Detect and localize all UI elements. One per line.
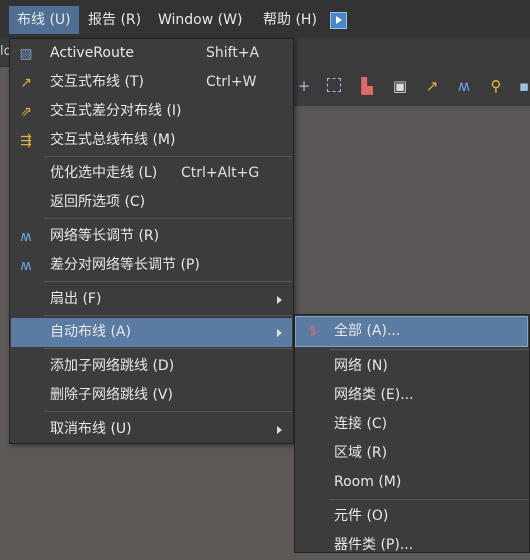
menu-item-label: 自动布线 (A) (50, 324, 131, 340)
submenu-arrow-icon (277, 296, 282, 304)
length-tune-icon[interactable]: ʍ (456, 78, 472, 94)
add-icon[interactable]: + (296, 78, 312, 94)
submenu-item-label: 全部 (A)... (334, 323, 401, 339)
menu-item-interactive-route[interactable]: ↗ 交互式布线 (T) Ctrl+W (11, 68, 292, 97)
menu-route[interactable]: 布线 (U) (9, 6, 79, 34)
menu-item-label: 网络等长调节 (R) (50, 228, 160, 244)
menu-item-remove-subnet-jumper[interactable]: 删除子网络跳线 (V) (11, 381, 292, 410)
autoroute-all-icon: ⥮ (307, 324, 319, 340)
submenu-item-all[interactable]: ⥮ 全部 (A)... (295, 316, 528, 347)
menu-item-label: 添加子网络跳线 (D) (50, 358, 175, 374)
submenu-item-label: Room (M) (334, 474, 402, 490)
menu-item-net-length-tune[interactable]: ʍ 网络等长调节 (R) (11, 222, 292, 251)
menu-separator (44, 218, 292, 219)
menu-separator (44, 156, 292, 157)
menu-item-label: 差分对网络等长调节 (P) (50, 257, 200, 273)
menu-separator (44, 348, 292, 349)
menu-separator (44, 281, 292, 282)
menu-item-shortcut: Shift+A (206, 45, 260, 61)
pcb-toolbar: + ▙ ▣ ↗ ʍ ⚲ ▪ (294, 66, 530, 106)
length-tune-icon: ʍ (20, 229, 32, 245)
menu-window[interactable]: Window (W) (150, 6, 250, 34)
menu-item-label: 删除子网络跳线 (V) (50, 387, 173, 403)
submenu-arrow-icon (277, 329, 282, 337)
active-route-icon: ▨ (19, 46, 33, 62)
menu-item-label: ActiveRoute (50, 45, 134, 61)
submenu-item-label: 元件 (O) (334, 508, 389, 524)
menu-item-add-subnet-jumper[interactable]: 添加子网络跳线 (D) (11, 352, 292, 381)
submenu-item-label: 网络 (N) (334, 358, 388, 374)
submenu-item-component[interactable]: 元件 (O) (296, 502, 527, 531)
submenu-arrow-icon (277, 426, 282, 434)
connector-icon[interactable]: ▪ (516, 78, 530, 94)
menu-separator (44, 411, 292, 412)
submenu-item-net[interactable]: 网络 (N) (296, 352, 527, 381)
menu-reports[interactable]: 报告 (R) (80, 6, 149, 34)
submenu-item-label: 网络类 (E)... (334, 387, 414, 403)
submenu-item-label: 器件类 (P)... (334, 537, 414, 553)
submenu-item-connection[interactable]: 连接 (C) (296, 410, 527, 439)
menu-item-unroute[interactable]: 取消布线 (U) (11, 415, 292, 444)
menu-bar: 布线 (U) 报告 (R) Window (W) 帮助 (H) (0, 0, 530, 39)
submenu-separator (329, 349, 529, 350)
menu-item-label: 交互式布线 (T) (50, 74, 144, 90)
menu-separator (44, 315, 292, 316)
pin-icon[interactable]: ⚲ (488, 78, 504, 94)
route-menu: ▨ ActiveRoute Shift+A ↗ 交互式布线 (T) Ctrl+W… (9, 38, 294, 444)
play-icon[interactable] (330, 12, 347, 29)
interactive-route-icon: ↗ (20, 75, 32, 91)
menu-item-label: 返回所选项 (C) (50, 194, 146, 210)
menu-item-auto-route[interactable]: 自动布线 (A) (11, 318, 292, 347)
diff-length-tune-icon: ʍ (20, 258, 32, 274)
menu-item-optimize-selected[interactable]: 优化选中走线 (L) Ctrl+Alt+G (11, 159, 292, 188)
menu-item-fanout[interactable]: 扇出 (F) (11, 285, 292, 314)
component-icon[interactable]: ▣ (392, 78, 408, 94)
autoroute-submenu: ⥮ 全部 (A)... 网络 (N) 网络类 (E)... 连接 (C) 区域 … (294, 314, 530, 553)
menu-item-return-selected[interactable]: 返回所选项 (C) (11, 188, 292, 217)
menu-item-label: 扇出 (F) (50, 291, 102, 307)
menu-help[interactable]: 帮助 (H) (255, 6, 325, 34)
submenu-item-room[interactable]: Room (M) (296, 468, 527, 497)
menu-item-shortcut: Ctrl+Alt+G (181, 165, 260, 181)
menu-item-bus-route[interactable]: ⇶ 交互式总线布线 (M) (11, 126, 292, 155)
diff-pair-route-icon: ⇗ (20, 104, 32, 120)
submenu-separator (329, 499, 529, 500)
menu-item-diff-pair-route[interactable]: ⇗ 交互式差分对布线 (I) (11, 97, 292, 126)
submenu-item-net-class[interactable]: 网络类 (E)... (296, 381, 527, 410)
menu-item-label: 取消布线 (U) (50, 421, 132, 437)
submenu-item-label: 连接 (C) (334, 416, 388, 432)
menu-item-label: 优化选中走线 (L) (50, 165, 158, 181)
menu-item-label: 交互式总线布线 (M) (50, 132, 176, 148)
menu-item-label: 交互式差分对布线 (I) (50, 103, 182, 119)
align-icon[interactable]: ▙ (359, 78, 375, 94)
bus-route-icon: ⇶ (20, 133, 32, 149)
menu-item-shortcut: Ctrl+W (206, 74, 257, 90)
select-rect-icon[interactable] (326, 78, 342, 94)
menu-item-active-route[interactable]: ▨ ActiveRoute Shift+A (11, 39, 292, 68)
menu-item-diff-length-tune[interactable]: ʍ 差分对网络等长调节 (P) (11, 251, 292, 280)
submenu-item-component-class[interactable]: 器件类 (P)... (296, 531, 527, 560)
submenu-item-label: 区域 (R) (334, 445, 388, 461)
interactive-route-icon[interactable]: ↗ (424, 78, 440, 94)
submenu-item-area[interactable]: 区域 (R) (296, 439, 527, 468)
